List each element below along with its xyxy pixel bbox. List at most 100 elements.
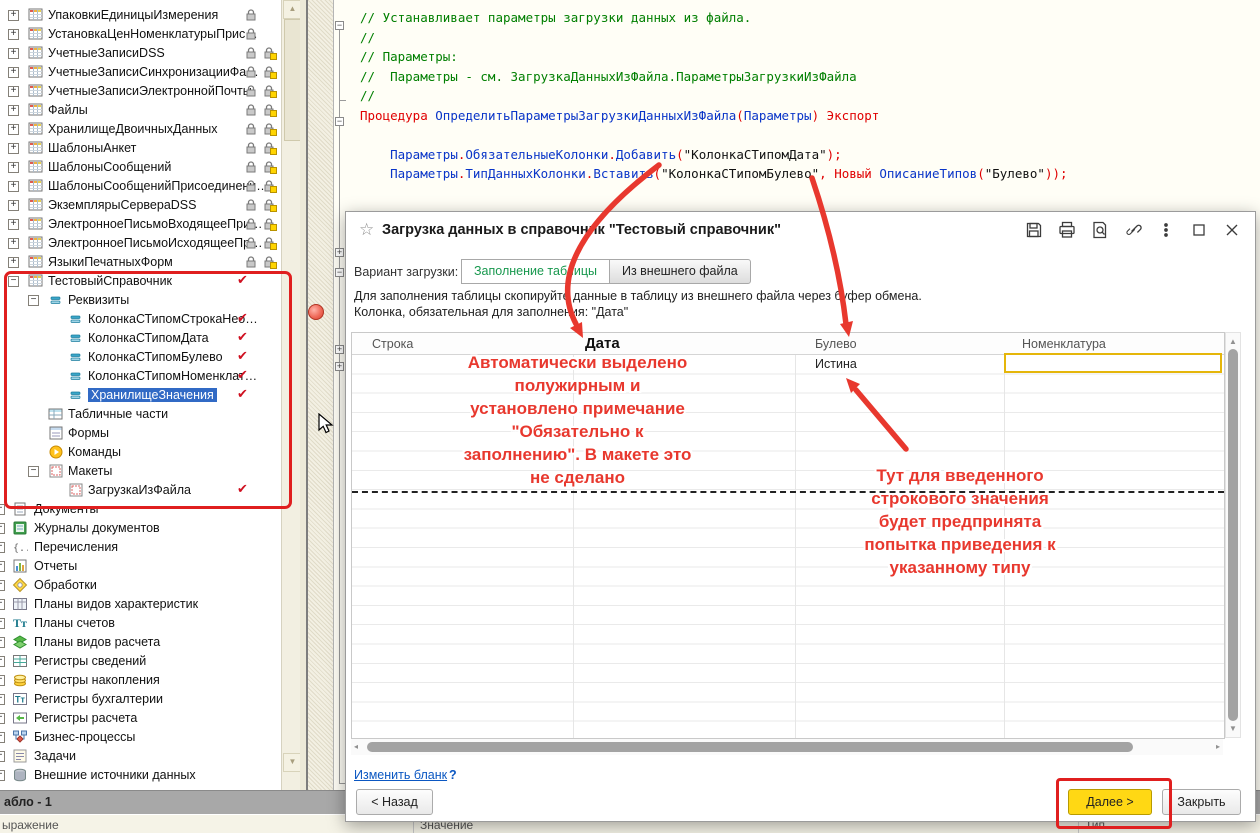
editor-gutter[interactable] bbox=[308, 0, 334, 790]
tree-item[interactable]: +ЯзыкиПечатныхФорм bbox=[0, 253, 281, 272]
expand-icon[interactable]: + bbox=[0, 523, 5, 534]
tree-item[interactable]: + ЭлектронноеПисьмоИсходящееПр… bbox=[0, 234, 281, 253]
fold-collapse-icon[interactable]: − bbox=[335, 117, 344, 126]
code-editor[interactable]: // Устанавливает параметры загрузки данн… bbox=[346, 8, 1260, 212]
tree-item[interactable]: +Планы видов характеристик bbox=[0, 595, 281, 614]
expand-icon[interactable]: + bbox=[8, 200, 19, 211]
scroll-down-icon[interactable]: ▼ bbox=[1226, 724, 1240, 733]
tree-item[interactable]: + УчетныеЗаписиЭлектроннойПочты bbox=[0, 82, 281, 101]
tree-item[interactable]: + Отчеты bbox=[0, 557, 281, 576]
vscrollbar-thumb[interactable] bbox=[1228, 349, 1238, 721]
tree-item-label[interactable]: Регистры сведений bbox=[34, 654, 146, 668]
tree-item[interactable]: +ТтРегистры бухгалтерии bbox=[0, 690, 281, 709]
tree-item-label[interactable]: ЭкземплярыСервераDSS bbox=[48, 198, 197, 212]
tree-item-label[interactable]: Отчеты bbox=[34, 559, 77, 573]
expand-icon[interactable]: + bbox=[8, 86, 19, 97]
panel-splitter[interactable] bbox=[300, 0, 308, 790]
tree-item-label[interactable]: Регистры накопления bbox=[34, 673, 160, 687]
expand-icon[interactable]: + bbox=[0, 618, 5, 629]
col-header-stroka[interactable]: Строка bbox=[372, 337, 413, 351]
scroll-right-icon[interactable]: ▸ bbox=[1216, 742, 1220, 751]
tree-item-label[interactable]: Бизнес-процессы bbox=[34, 730, 135, 744]
tree-item[interactable]: +{..}Перечисления bbox=[0, 538, 281, 557]
expand-icon[interactable]: + bbox=[0, 599, 5, 610]
scroll-up-icon[interactable]: ▲ bbox=[1226, 337, 1240, 346]
close-icon[interactable] bbox=[1223, 221, 1241, 239]
col-header-bulevo[interactable]: Булево bbox=[815, 337, 857, 351]
more-icon[interactable] bbox=[1157, 221, 1175, 239]
tree-item[interactable]: +ТтПланы счетов bbox=[0, 614, 281, 633]
expand-icon[interactable]: + bbox=[8, 143, 19, 154]
expand-icon[interactable]: + bbox=[8, 10, 19, 21]
expand-icon[interactable]: + bbox=[0, 732, 5, 743]
selected-cell[interactable] bbox=[1004, 353, 1222, 373]
tree-item[interactable]: + ШаблоныСообщенийПрисоединенн… bbox=[0, 177, 281, 196]
col-header-data[interactable]: Дата bbox=[585, 335, 620, 352]
tree-item[interactable]: + УчетныеЗаписиСинхронизацииФа… bbox=[0, 63, 281, 82]
fold-expand-icon[interactable]: + bbox=[335, 248, 344, 257]
maximize-icon[interactable] bbox=[1190, 221, 1208, 239]
tree-item[interactable]: + Журналы документов bbox=[0, 519, 281, 538]
expand-icon[interactable]: + bbox=[8, 257, 19, 268]
scroll-left-icon[interactable]: ◂ bbox=[354, 742, 358, 751]
expand-icon[interactable]: + bbox=[0, 542, 5, 553]
tree-item[interactable]: + ХранилищеДвоичныхДанных bbox=[0, 120, 281, 139]
tree-item[interactable]: +Регистры расчета bbox=[0, 709, 281, 728]
tree-item[interactable]: + Регистры сведений bbox=[0, 652, 281, 671]
preview-icon[interactable] bbox=[1091, 221, 1109, 239]
tree-item-label[interactable]: Регистры бухгалтерии bbox=[34, 692, 163, 706]
tree-scrollbar-thumb[interactable] bbox=[284, 19, 301, 141]
edit-form-link[interactable]: Изменить бланк bbox=[354, 768, 447, 782]
tree-item[interactable]: + Файлы bbox=[0, 101, 281, 120]
tree-item[interactable]: +Задачи bbox=[0, 747, 281, 766]
expand-icon[interactable]: + bbox=[8, 162, 19, 173]
tree-item[interactable]: +УстановкаЦенНоменклатурыПрис… bbox=[0, 25, 281, 44]
tree-item-label[interactable]: Регистры расчета bbox=[34, 711, 137, 725]
tree-item-label[interactable]: Журналы документов bbox=[34, 521, 160, 535]
tree-item-label[interactable]: ШаблоныАнкет bbox=[48, 141, 136, 155]
expand-icon[interactable]: + bbox=[0, 675, 5, 686]
expand-icon[interactable]: + bbox=[8, 219, 19, 230]
expand-icon[interactable]: + bbox=[8, 124, 19, 135]
favorite-star-icon[interactable]: ☆ bbox=[359, 220, 374, 240]
expand-icon[interactable]: + bbox=[0, 561, 5, 572]
link-icon[interactable] bbox=[1124, 221, 1142, 239]
tree-item-label[interactable]: Планы счетов bbox=[34, 616, 115, 630]
tree-item-label[interactable]: Перечисления bbox=[34, 540, 118, 554]
expand-icon[interactable]: + bbox=[8, 105, 19, 116]
cell-istina[interactable]: Истина bbox=[815, 357, 857, 371]
tree-item-label[interactable]: ЭлектронноеПисьмоВходящееПри… bbox=[48, 217, 263, 231]
print-icon[interactable] bbox=[1058, 221, 1076, 239]
tree-item-label[interactable]: ШаблоныСообщений bbox=[48, 160, 171, 174]
expand-icon[interactable]: + bbox=[0, 656, 5, 667]
fold-expand-icon[interactable]: + bbox=[335, 345, 344, 354]
tree-item[interactable]: + ШаблоныСообщений bbox=[0, 158, 281, 177]
breakpoint-icon[interactable] bbox=[308, 304, 324, 320]
expand-icon[interactable]: + bbox=[0, 751, 5, 762]
tree-item[interactable]: +Планы видов расчета bbox=[0, 633, 281, 652]
expand-icon[interactable]: + bbox=[8, 181, 19, 192]
fold-collapse-icon[interactable]: − bbox=[335, 268, 344, 277]
expand-icon[interactable]: + bbox=[8, 48, 19, 59]
tree-item-label[interactable]: ХранилищеДвоичныхДанных bbox=[48, 122, 218, 136]
save-icon[interactable] bbox=[1025, 221, 1043, 239]
tree-item-label[interactable]: Планы видов расчета bbox=[34, 635, 160, 649]
tree-item[interactable]: +УчетныеЗаписиDSS bbox=[0, 44, 281, 63]
table-vscrollbar[interactable]: ▲ ▼ bbox=[1225, 332, 1241, 738]
tree-item[interactable]: + Бизнес-процессы bbox=[0, 728, 281, 747]
tree-item[interactable]: + Регистры накопления bbox=[0, 671, 281, 690]
tree-item-label[interactable]: Внешние источники данных bbox=[34, 768, 196, 782]
tree-item-label[interactable]: ШаблоныСообщенийПрисоединенн… bbox=[48, 179, 269, 193]
expand-icon[interactable]: + bbox=[8, 29, 19, 40]
tree-item-label[interactable]: ЭлектронноеПисьмоИсходящееПр… bbox=[48, 236, 263, 250]
tree-item-label[interactable]: УчетныеЗаписиЭлектроннойПочты bbox=[48, 84, 252, 98]
tree-item-label[interactable]: УчетныеЗаписиСинхронизацииФа… bbox=[48, 65, 259, 79]
tree-item-label[interactable]: Файлы bbox=[48, 103, 88, 117]
tab-fill-table[interactable]: Заполнение таблицы bbox=[461, 259, 609, 284]
tree-item[interactable]: +Обработки bbox=[0, 576, 281, 595]
table-hscrollbar[interactable]: ◂ ▸ bbox=[351, 739, 1223, 755]
expand-icon[interactable]: + bbox=[8, 238, 19, 249]
expand-icon[interactable]: + bbox=[8, 67, 19, 78]
expand-icon[interactable]: + bbox=[0, 694, 5, 705]
col-header-nomenklatura[interactable]: Номенклатура bbox=[1022, 337, 1106, 351]
